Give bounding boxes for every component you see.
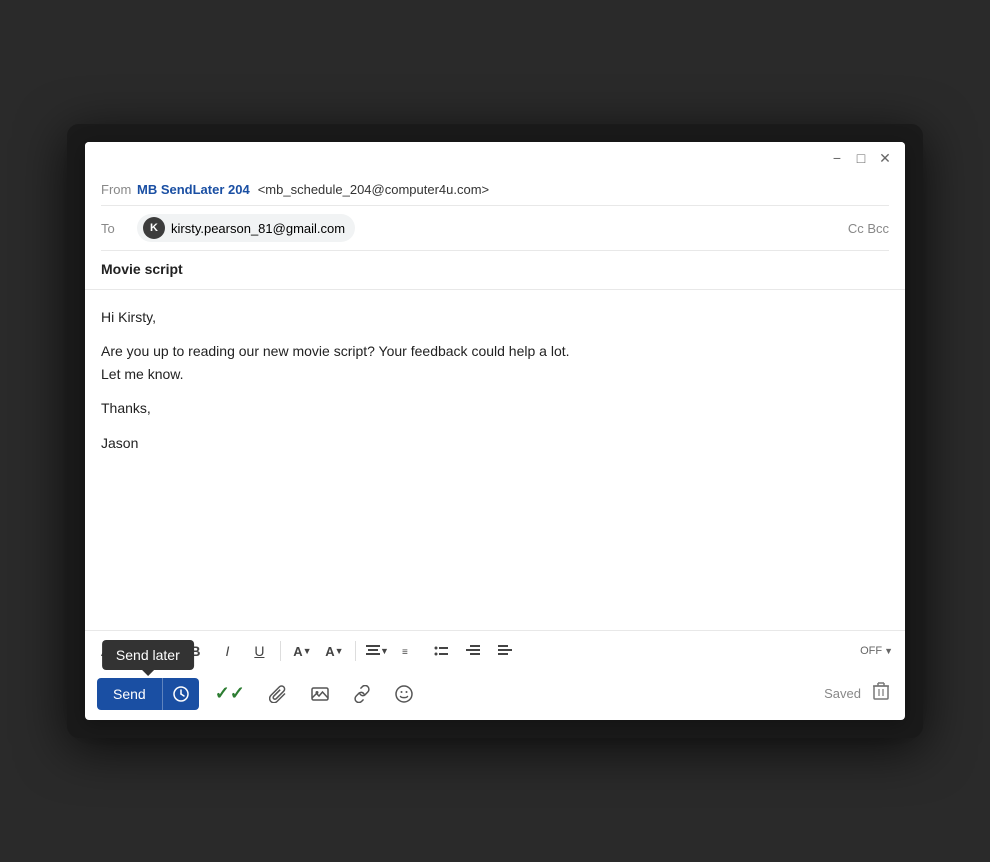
clock-icon — [173, 686, 189, 702]
highlight-dropdown: ▼ — [335, 646, 344, 656]
font-color-button[interactable]: A ▼ — [287, 637, 317, 665]
from-name: MB SendLater 204 — [137, 182, 250, 197]
off-badge: OFF ▼ — [860, 645, 893, 657]
unordered-list-icon — [434, 644, 448, 658]
title-bar: − □ ✕ — [85, 142, 905, 174]
toolbar-divider-2 — [355, 641, 356, 661]
unordered-list-button[interactable] — [426, 637, 456, 665]
trash-icon — [873, 682, 889, 700]
send-button-group: Send later Send — [97, 678, 199, 710]
bold-button[interactable]: B — [180, 637, 210, 665]
from-row: From MB SendLater 204 <mb_schedule_204@c… — [101, 174, 889, 206]
off-label: OFF — [860, 645, 882, 657]
font-color-dropdown: ▼ — [303, 646, 312, 656]
body-signature: Jason — [101, 432, 889, 454]
saved-text: Saved — [824, 686, 861, 701]
indent-increase-button[interactable] — [490, 637, 520, 665]
send-button[interactable]: Send — [97, 678, 162, 710]
font-size-group: 10 ▼ — [137, 642, 178, 661]
body-paragraph: Are you up to reading our new movie scri… — [101, 340, 889, 385]
header-section: From MB SendLater 204 <mb_schedule_204@c… — [85, 174, 905, 251]
font-size-dropdown-arrow[interactable]: ▼ — [169, 646, 178, 656]
font-size-selector[interactable]: 10 — [137, 642, 159, 661]
window-shadow: − □ ✕ From MB SendLater 204 <mb_schedule… — [67, 124, 923, 738]
checkmark-button[interactable]: ✓✓ — [207, 677, 253, 710]
svg-text:≡: ≡ — [402, 647, 408, 658]
action-bar: Send later Send ✓✓ — [85, 671, 905, 720]
highlight-icon: A — [325, 644, 334, 659]
from-label: From — [101, 182, 137, 197]
from-content: MB SendLater 204 <mb_schedule_204@comput… — [137, 182, 889, 197]
cc-bcc-button[interactable]: Cc Bcc — [848, 221, 889, 236]
send-label: Send — [113, 686, 146, 702]
font-selector[interactable]: Arial — [97, 642, 131, 661]
align-button[interactable]: ▼ — [362, 637, 392, 665]
italic-button[interactable]: I — [212, 637, 242, 665]
indent-decrease-button[interactable] — [458, 637, 488, 665]
attach-icon — [269, 685, 287, 703]
from-email: <mb_schedule_204@computer4u.com> — [258, 182, 489, 197]
email-body[interactable]: Hi Kirsty, Are you up to reading our new… — [85, 290, 905, 630]
send-later-tooltip-container: Send later Send — [97, 678, 199, 710]
indent-decrease-icon — [466, 644, 480, 658]
close-button[interactable]: ✕ — [877, 150, 893, 166]
link-button[interactable] — [345, 679, 379, 709]
ordered-list-button[interactable]: ≡ — [394, 637, 424, 665]
font-color-icon: A — [293, 644, 302, 659]
maximize-button[interactable]: □ — [853, 150, 869, 166]
to-address: kirsty.pearson_81@gmail.com — [171, 221, 345, 236]
link-icon — [353, 685, 371, 703]
title-bar-controls: − □ ✕ — [829, 150, 893, 166]
image-icon — [311, 685, 329, 703]
highlight-color-button[interactable]: A ▼ — [319, 637, 349, 665]
underline-button[interactable]: U — [244, 637, 274, 665]
ordered-list-icon: ≡ — [402, 644, 416, 658]
align-icon — [366, 644, 380, 658]
avatar: K — [143, 217, 165, 239]
indent-increase-icon — [498, 644, 512, 658]
delete-button[interactable] — [869, 678, 893, 709]
send-clock-button[interactable] — [162, 678, 199, 710]
minimize-button[interactable]: − — [829, 150, 845, 166]
attach-button[interactable] — [261, 679, 295, 709]
off-dropdown-arrow[interactable]: ▼ — [884, 646, 893, 656]
image-button[interactable] — [303, 679, 337, 709]
body-greeting: Hi Kirsty, — [101, 306, 889, 328]
to-chip[interactable]: K kirsty.pearson_81@gmail.com — [137, 214, 355, 242]
formatting-toolbar: Arial 10 ▼ B I U A ▼ A ▼ — [85, 630, 905, 671]
body-thanks: Thanks, — [101, 397, 889, 419]
subject-text: Movie script — [101, 261, 183, 277]
to-row: To K kirsty.pearson_81@gmail.com Cc Bcc — [101, 206, 889, 251]
emoji-icon — [395, 685, 413, 703]
subject-row: Movie script — [85, 251, 905, 290]
compose-window: − □ ✕ From MB SendLater 204 <mb_schedule… — [85, 142, 905, 720]
toolbar-divider-1 — [280, 641, 281, 661]
checkmark-icon: ✓✓ — [215, 683, 245, 704]
to-label: To — [101, 221, 137, 236]
emoji-button[interactable] — [387, 679, 421, 709]
